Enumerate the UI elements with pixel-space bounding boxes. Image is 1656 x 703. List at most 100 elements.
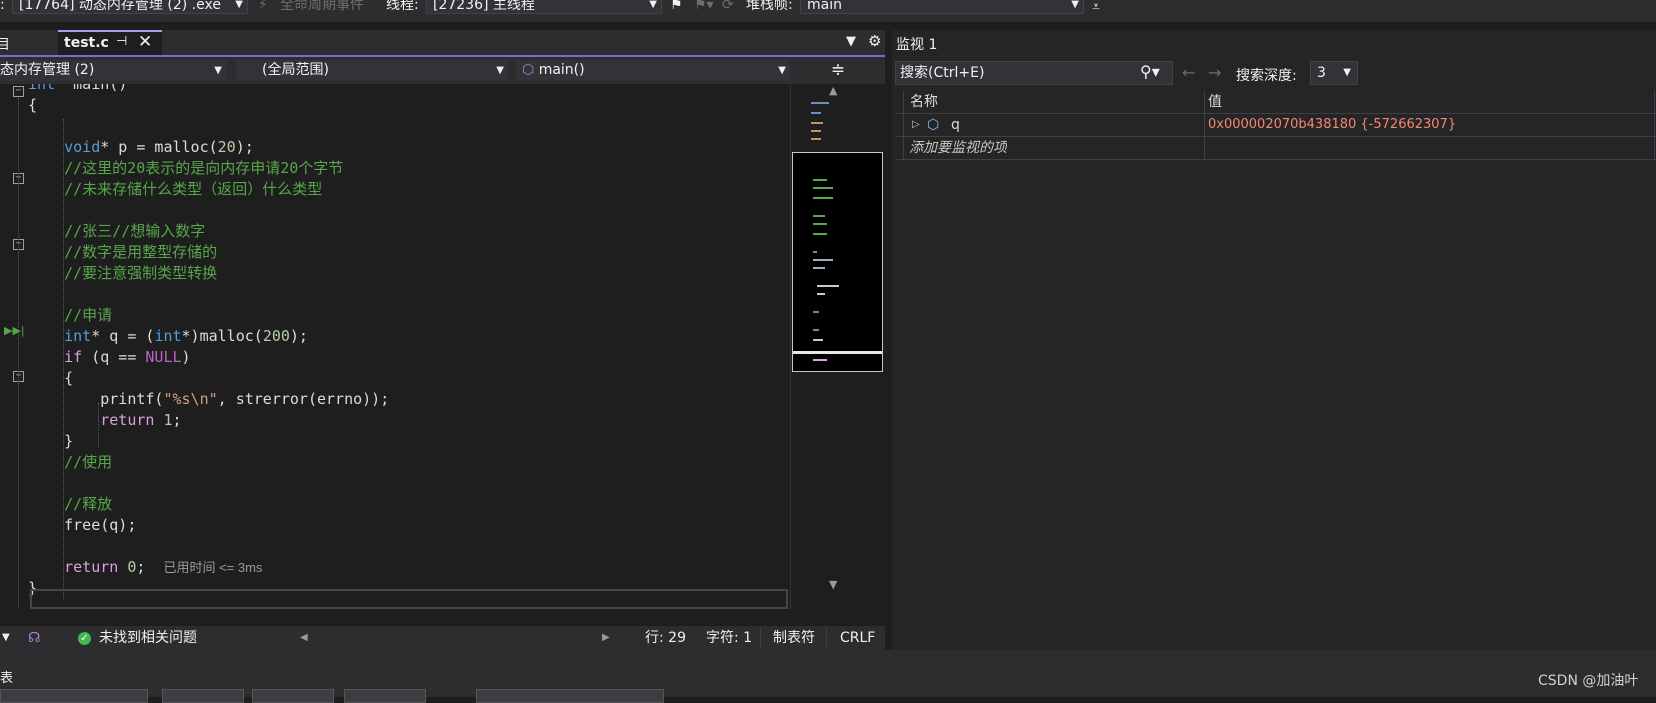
fold-toggle-icon[interactable]: − <box>13 86 24 97</box>
flag-filter-icon[interactable]: ⚑▾ <box>694 0 714 14</box>
watch-row-value[interactable]: 0x000002070b438180 {-572662307} <box>1208 114 1456 136</box>
bottom-dropdown[interactable] <box>0 689 148 703</box>
chevron-down-icon: ▼ <box>214 65 222 76</box>
scroll-down-icon[interactable]: ▼ <box>829 578 837 591</box>
watch-search-input[interactable]: 搜索(Ctrl+E) <box>895 61 1173 85</box>
split-editor-button[interactable]: ≑ <box>808 58 868 83</box>
back-arrow-icon[interactable]: ← <box>1182 63 1195 82</box>
code-token: 20 <box>217 138 236 156</box>
function-dropdown[interactable]: ⬡ main() ▼ <box>516 60 790 81</box>
tab-list-chevron-icon[interactable]: ▼ <box>846 34 856 49</box>
code-token: int <box>154 327 182 345</box>
forward-arrow-icon[interactable]: → <box>1208 63 1221 82</box>
code-line[interactable]: void* p = malloc(20); <box>28 136 254 158</box>
project-dropdown[interactable]: 态内存管理 (2) ▼ <box>0 60 226 81</box>
run-to-click-icon[interactable]: ▶▶| <box>4 324 25 337</box>
indent-mode[interactable]: 制表符 <box>773 626 815 650</box>
pin-icon[interactable]: ⊣ <box>116 34 127 49</box>
watch-header-row: 名称 值 <box>895 91 1656 114</box>
bottom-panel-title: 表 <box>0 671 14 686</box>
code-line[interactable]: { <box>28 94 37 116</box>
code-line[interactable]: return 1; <box>28 409 182 431</box>
code-line[interactable]: //这里的20表示的是向内存申请20个字节 <box>28 157 343 179</box>
search-icon[interactable]: ⚲▾ <box>1140 62 1160 81</box>
toolbar-overflow-icon[interactable]: ⩡ <box>1092 0 1100 16</box>
zoom-chevron-icon[interactable]: ▼ <box>2 626 10 650</box>
code-token: ; <box>172 411 182 429</box>
code-line[interactable]: } <box>28 430 73 452</box>
chevron-down-icon: ▼ <box>649 0 657 10</box>
process-combo[interactable]: [17764] 动态内存管理 (2) .exe ▼ <box>12 0 248 14</box>
minimap-viewport[interactable] <box>792 152 883 372</box>
code-line[interactable]: //张三//想输入数字 <box>28 220 205 242</box>
code-line[interactable]: { <box>28 367 73 389</box>
copilot-icon[interactable]: ☊ <box>28 626 40 650</box>
stackframe-label: 堆栈帧: <box>746 0 793 13</box>
flag-thread-icon[interactable]: ⚑ <box>670 0 683 14</box>
code-line[interactable]: int* q = (int*)malloc(200); <box>28 325 308 347</box>
scroll-up-icon[interactable]: ▲ <box>829 84 837 97</box>
code-token: int <box>28 84 56 93</box>
code-line[interactable]: //数字是用整型存储的 <box>28 241 217 263</box>
thread-combo[interactable]: [27236] 主线程 ▼ <box>426 0 662 14</box>
column-name-header[interactable]: 名称 <box>910 91 938 113</box>
refresh-icon[interactable]: ⟳ <box>722 0 734 14</box>
code-token: //释放 <box>64 495 113 513</box>
code-token: //使用 <box>64 453 113 471</box>
code-line[interactable]: //要注意强制类型转换 <box>28 262 217 284</box>
tab-previous[interactable]: 目 <box>0 30 59 55</box>
code-line[interactable]: free(q); <box>28 514 136 536</box>
hscroll-right-icon[interactable]: ▶ <box>602 626 610 650</box>
add-watch-placeholder[interactable]: 添加要监视的项 <box>909 137 1007 159</box>
build-filter-dropdown[interactable] <box>476 689 664 703</box>
messages-filter-button[interactable] <box>344 689 426 703</box>
gear-icon[interactable]: ⚙ <box>868 32 881 50</box>
code-token: printf( <box>28 390 164 408</box>
code-line[interactable]: //释放 <box>28 493 112 515</box>
char-indicator[interactable]: 字符: 1 <box>706 626 752 650</box>
errors-filter-button[interactable] <box>162 689 244 703</box>
watch-grid: 名称 值 ▷ ⬡ q 0x000002070b438180 {-57266230… <box>895 91 1656 160</box>
watch-row[interactable]: ▷ ⬡ q 0x000002070b438180 {-572662307} <box>895 114 1656 137</box>
code-token: , strerror(errno)); <box>217 390 390 408</box>
code-line[interactable]: //未来存储什么类型（返回）什么类型 <box>28 178 322 200</box>
column-value-header[interactable]: 值 <box>1208 91 1222 113</box>
tab-test-c[interactable]: test.c ⊣ ✕ <box>58 30 162 55</box>
search-depth-value: 3 <box>1317 65 1326 81</box>
warnings-filter-button[interactable] <box>252 689 334 703</box>
indent-guide <box>98 403 99 447</box>
issues-status[interactable]: 未找到相关问题 <box>99 626 197 650</box>
check-circle-icon: ✓ <box>78 632 91 645</box>
scope-dropdown[interactable]: (全局范围) ▼ <box>236 60 508 81</box>
code-line[interactable]: //申请 <box>28 304 112 326</box>
hscroll-left-icon[interactable]: ◀ <box>300 626 308 650</box>
code-line[interactable]: int main() <box>28 84 127 95</box>
expand-chevron-icon[interactable]: ▷ <box>912 114 920 136</box>
function-value: main() <box>538 62 585 78</box>
lifecycle-events-button[interactable]: 全命周期事件 <box>280 0 364 14</box>
code-line[interactable]: printf("%s\n", strerror(errno)); <box>28 388 389 410</box>
current-line-highlight <box>30 589 788 609</box>
watch-title: 监视 1 <box>896 37 938 53</box>
line-indicator[interactable]: 行: 29 <box>645 626 686 650</box>
stackframe-combo[interactable]: main ▼ <box>800 0 1084 14</box>
watch-row-name[interactable]: q <box>951 114 960 136</box>
search-depth-combo[interactable]: 3 ▼ <box>1310 61 1358 85</box>
thread-label: 线程: <box>386 0 419 13</box>
code-editor[interactable]: int main(){ void* p = malloc(20); //这里的2… <box>28 84 790 610</box>
close-icon[interactable]: ✕ <box>138 32 152 52</box>
add-watch-row[interactable]: 添加要监视的项 <box>895 137 1656 160</box>
code-line[interactable]: if (q == NULL) <box>28 346 190 368</box>
code-token: ); <box>235 138 254 156</box>
eol-mode[interactable]: CRLF <box>840 626 875 650</box>
watch-search-placeholder: 搜索(Ctrl+E) <box>900 65 985 81</box>
code-token: return <box>100 411 155 429</box>
code-line[interactable]: //使用 <box>28 451 112 473</box>
